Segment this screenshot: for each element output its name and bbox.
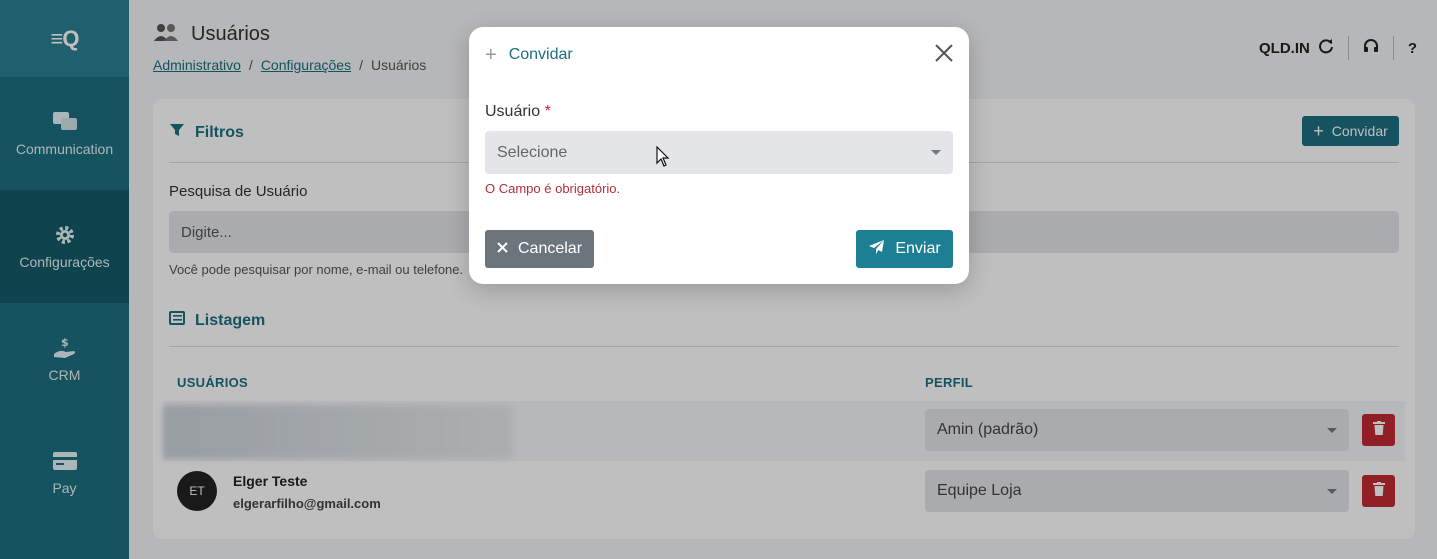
cancel-button[interactable]: Cancelar — [485, 230, 594, 268]
chevron-down-icon — [931, 150, 941, 155]
plus-icon: + — [485, 44, 497, 66]
user-select-placeholder: Selecione — [497, 143, 568, 161]
validation-error: O Campo é obrigatório. — [485, 181, 621, 196]
user-field-label: Usuário * — [485, 103, 551, 121]
user-field-label-text: Usuário — [485, 103, 541, 120]
cancel-button-label: Cancelar — [517, 240, 583, 257]
send-button[interactable]: Enviar — [856, 230, 953, 268]
mouse-cursor-icon — [656, 145, 670, 173]
close-icon — [497, 240, 508, 258]
user-select[interactable]: Selecione — [485, 131, 953, 174]
send-button-label: Enviar — [895, 240, 941, 257]
modal-header: + Convidar — [485, 45, 573, 65]
close-icon — [935, 43, 953, 67]
invite-modal: + Convidar Usuário * Selecione O Campo é… — [469, 27, 969, 284]
required-mark: * — [544, 103, 551, 120]
paper-plane-icon — [868, 239, 885, 260]
close-button[interactable] — [933, 43, 955, 67]
modal-title: Convidar — [508, 46, 573, 63]
